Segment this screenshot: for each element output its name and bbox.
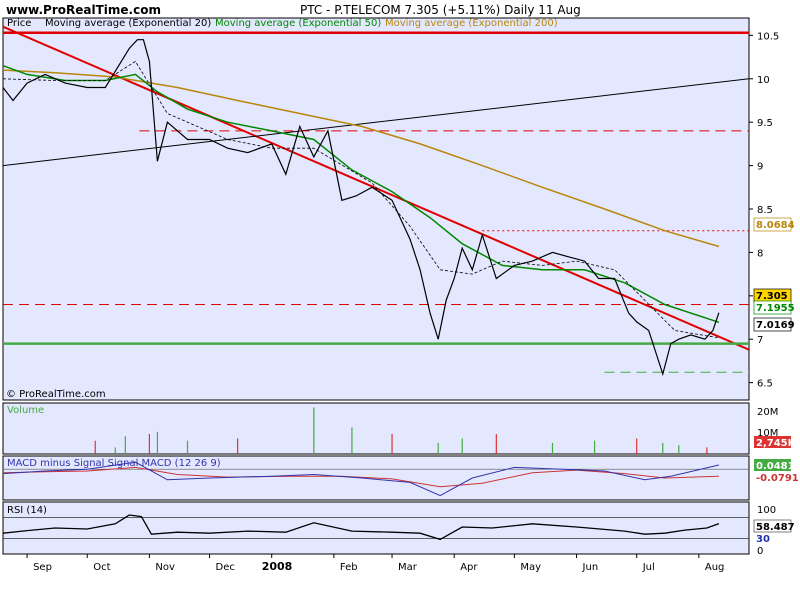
legend-ema20: Moving average (Exponential 20) <box>45 18 211 29</box>
volume-last-value: 2,745K <box>756 438 797 449</box>
volume-bar <box>148 434 150 454</box>
legend-price: Price <box>7 18 31 29</box>
x-tick-sep: Sep <box>33 562 52 573</box>
volume-bar <box>706 447 708 454</box>
volume-bar <box>156 431 159 454</box>
volume-bar <box>437 442 439 454</box>
last-value-price: 7.305 <box>756 291 788 302</box>
price-y-tick-3: 9 <box>757 162 763 173</box>
price-y-tick-5: 8 <box>757 248 763 259</box>
volume-bar <box>461 438 463 454</box>
price-y-tick-7: 7 <box>757 335 763 346</box>
legend-ema200: Moving average (Exponential 200) <box>385 18 558 29</box>
volume-bar <box>593 440 596 454</box>
price-y-axis: 10.5109.598.587.576.5 <box>749 31 779 390</box>
volume-tick-20m: 20M <box>757 407 778 418</box>
volume-bar <box>662 442 664 454</box>
volume-label: Volume <box>7 405 44 416</box>
copyright-text: © ProRealTime.com <box>6 389 106 400</box>
macd-label: MACD minus Signal Signal MACD (12 26 9) <box>7 458 221 469</box>
price-y-tick-8: 6.5 <box>757 379 773 390</box>
x-tick-2008: 2008 <box>262 560 293 573</box>
price-y-tick-4: 8.5 <box>757 205 773 216</box>
volume-bar <box>551 442 554 454</box>
volume-panel: Volume 20M 10M 2,745K <box>2 402 797 455</box>
legend-ema50: Moving average (Exponential 50) <box>215 18 381 29</box>
x-tick-feb: Feb <box>340 562 358 573</box>
rsi-panel: RSI (14) 100 0 58.487 30 <box>2 501 795 557</box>
volume-bar <box>391 434 393 454</box>
rsi-level-label: 30 <box>756 534 770 545</box>
rsi-tick-0: 0 <box>757 546 763 557</box>
volume-bar <box>495 434 497 454</box>
x-tick-jun: Jun <box>582 562 599 573</box>
chart-title: PTC - P.TELECOM 7.305 (+5.11%) Daily 11 … <box>300 3 581 17</box>
price-panel: Price Moving average (Exponential 20) Mo… <box>2 17 795 401</box>
price-last-value-boxes: 8.0684 7.3057.1955 7.0169 <box>753 217 795 332</box>
rsi-last-value: 58.487 <box>756 522 795 533</box>
volume-bar <box>237 438 239 454</box>
volume-bar <box>313 407 315 454</box>
x-tick-mar: Mar <box>398 562 418 573</box>
volume-bar <box>124 436 126 454</box>
x-tick-jul: Jul <box>642 562 655 573</box>
volume-bar <box>94 440 96 454</box>
x-tick-dec: Dec <box>216 562 235 573</box>
rsi-label: RSI (14) <box>7 505 47 516</box>
chart-root: www.ProRealTime.com PTC - P.TELECOM 7.30… <box>2 3 799 573</box>
last-value-ema20: 7.0169 <box>756 320 795 331</box>
volume-bar <box>114 447 116 454</box>
price-legend: Price Moving average (Exponential 20) Mo… <box>7 18 558 29</box>
volume-bar <box>636 438 638 454</box>
x-tick-aug: Aug <box>705 562 725 573</box>
macd-last-value: 0.0481 <box>756 461 795 472</box>
site-title: www.ProRealTime.com <box>6 3 161 17</box>
rsi-tick-100: 100 <box>757 505 776 516</box>
x-tick-may: May <box>520 562 541 573</box>
volume-bar <box>678 445 680 454</box>
last-value-ema200: 8.0684 <box>756 220 795 231</box>
last-value-ema50: 7.1955 <box>756 303 795 314</box>
x-axis: Sep Oct Nov Dec 2008 Feb Mar Apr May Jun Jul Aug <box>26 554 725 573</box>
x-tick-nov: Nov <box>155 562 175 573</box>
volume-bar <box>351 427 353 454</box>
price-y-tick-2: 9.5 <box>757 118 773 129</box>
x-tick-apr: Apr <box>460 562 478 573</box>
price-y-tick-0: 10.5 <box>757 31 779 42</box>
price-y-tick-1: 10 <box>757 75 770 86</box>
x-tick-oct: Oct <box>93 562 110 573</box>
volume-bar <box>186 440 189 454</box>
signal-last-value: -0.0791 <box>756 473 799 484</box>
rsi-panel-bg <box>2 501 750 555</box>
macd-panel: MACD minus Signal Signal MACD (12 26 9) … <box>2 455 799 501</box>
